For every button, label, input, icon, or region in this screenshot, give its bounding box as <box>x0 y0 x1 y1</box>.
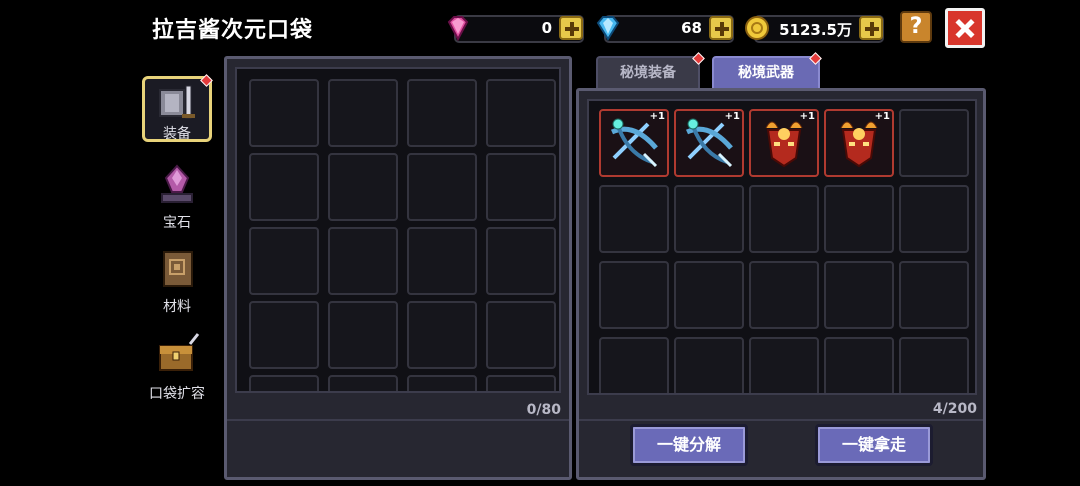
sidebar-item-gems[interactable]: 宝石 <box>140 160 214 231</box>
sidebar-item-pocket-expand[interactable]: 口袋扩容 <box>140 330 214 402</box>
add-blue-diamond-button[interactable] <box>709 16 733 40</box>
storage-slot[interactable] <box>899 185 969 253</box>
pocket-grid[interactable] <box>235 67 561 393</box>
sidebar-item-label: 口袋扩容 <box>149 386 205 402</box>
storage-count: 4/200 <box>932 401 977 417</box>
storage-slot[interactable] <box>749 185 819 253</box>
treasure-chest-icon <box>159 333 200 371</box>
storage-slot[interactable] <box>899 337 969 393</box>
pocket-slot[interactable] <box>249 227 319 295</box>
enhance-level-badge: +1 <box>724 111 740 122</box>
pocket-slot[interactable] <box>407 301 477 369</box>
sidebar-item-label: 材料 <box>163 299 191 315</box>
pocket-slot[interactable] <box>328 227 398 295</box>
pocket-slot[interactable] <box>486 153 556 221</box>
storage-slot[interactable] <box>674 185 744 253</box>
storage-slot[interactable] <box>899 109 969 177</box>
pocket-slot[interactable] <box>407 227 477 295</box>
gold-coin-icon <box>745 16 769 40</box>
sidebar-item-label: 宝石 <box>163 215 191 231</box>
dismantle-all-button[interactable]: 一键分解 <box>630 424 748 466</box>
pocket-slot[interactable] <box>407 375 477 391</box>
pocket-panel: 0/80 <box>224 56 572 480</box>
pink-gem-count: 0 <box>541 19 552 37</box>
pocket-slot[interactable] <box>328 79 398 147</box>
pocket-slot[interactable] <box>249 79 319 147</box>
help-button[interactable]: ? <box>900 11 932 43</box>
blue-diamond-icon <box>596 16 620 41</box>
storage-panel: +1 +1 +1 +1 4/200 <box>576 88 986 480</box>
enhance-level-badge: +1 <box>799 111 815 122</box>
pocket-slot[interactable] <box>486 227 556 295</box>
close-button[interactable] <box>945 8 985 48</box>
storage-slot[interactable] <box>599 185 669 253</box>
storage-slot[interactable] <box>599 337 669 393</box>
storage-item-slot[interactable]: +1 <box>749 109 819 177</box>
pocket-slot[interactable] <box>249 301 319 369</box>
pocket-slot[interactable] <box>249 375 319 391</box>
storage-slot[interactable] <box>599 261 669 329</box>
crossbow-icon <box>604 114 664 176</box>
currency-blue-diamond: 68 <box>594 15 734 43</box>
page-title: 拉吉酱次元口袋 <box>152 18 314 43</box>
pocket-slot[interactable] <box>328 301 398 369</box>
demon-mask-icon <box>754 114 814 176</box>
pocket-slot[interactable] <box>407 79 477 147</box>
storage-slot[interactable] <box>749 337 819 393</box>
storage-slot[interactable] <box>674 261 744 329</box>
sidebar-item-materials[interactable]: 材料 <box>140 246 214 316</box>
storage-grid[interactable]: +1 +1 +1 +1 <box>587 99 977 395</box>
enhance-level-badge: +1 <box>649 111 665 122</box>
enhance-level-badge: +1 <box>874 111 890 122</box>
pocket-slot[interactable] <box>486 301 556 369</box>
currency-pink-gem: 0 <box>444 15 584 43</box>
pocket-count: 0/80 <box>526 402 561 418</box>
add-gold-coin-button[interactable] <box>859 16 883 40</box>
pink-gem-icon <box>447 16 469 42</box>
tab-secret-equipment[interactable]: 秘境装备 <box>596 56 700 88</box>
pocket-slot[interactable] <box>407 153 477 221</box>
gem-stand-icon <box>161 164 193 203</box>
sidebar-item-equipment[interactable]: 装备 <box>140 74 214 144</box>
storage-item-slot[interactable]: +1 <box>599 109 669 177</box>
storage-slot[interactable] <box>824 337 894 393</box>
storage-item-slot[interactable]: +1 <box>824 109 894 177</box>
storage-item-slot[interactable]: +1 <box>674 109 744 177</box>
demon-mask-icon <box>829 114 889 176</box>
pocket-divider <box>227 419 569 421</box>
storage-slot[interactable] <box>824 185 894 253</box>
material-book-icon <box>163 251 193 287</box>
blue-diamond-count: 68 <box>681 19 702 37</box>
pocket-slot[interactable] <box>486 79 556 147</box>
take-all-button[interactable]: 一键拿走 <box>815 424 933 466</box>
sidebar-item-label: 装备 <box>163 126 191 142</box>
storage-slot[interactable] <box>749 261 819 329</box>
storage-slot[interactable] <box>674 337 744 393</box>
pocket-slot[interactable] <box>486 375 556 391</box>
crossbow-icon <box>679 114 739 176</box>
pocket-slot[interactable] <box>328 375 398 391</box>
storage-slot[interactable] <box>824 261 894 329</box>
tab-secret-weapon[interactable]: 秘境武器 <box>712 56 820 88</box>
storage-divider <box>579 419 983 421</box>
gold-coin-count: 5123.5万 <box>779 21 852 39</box>
add-pink-gem-button[interactable] <box>559 16 583 40</box>
currency-gold-coin: 5123.5万 <box>744 15 884 43</box>
storage-slot[interactable] <box>899 261 969 329</box>
pocket-slot[interactable] <box>328 153 398 221</box>
pocket-slot[interactable] <box>249 153 319 221</box>
